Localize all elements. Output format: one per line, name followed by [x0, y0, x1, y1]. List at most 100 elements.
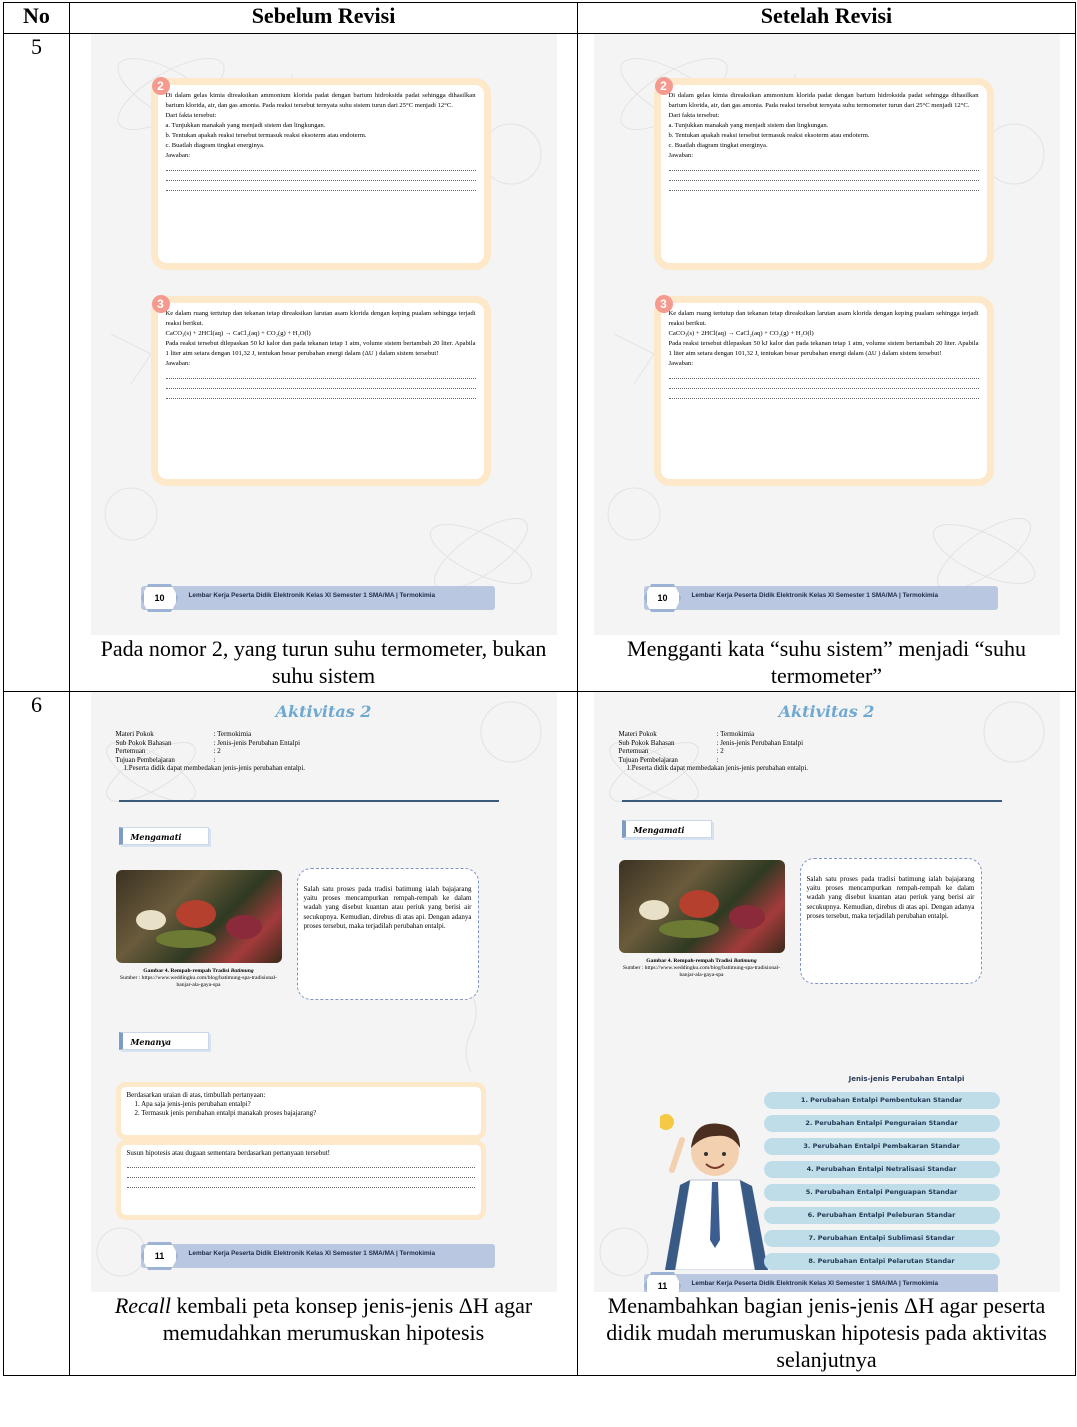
- divider-line: [621, 800, 1002, 802]
- stage-mengamati: Mengamati: [118, 827, 209, 845]
- answer-line: [126, 1158, 475, 1168]
- answer-line: [668, 389, 979, 399]
- jawaban-label: Jawaban:: [165, 360, 191, 367]
- enthalpy-type-item: 4. Perubahan Entalpi Netralisasi Standar: [763, 1161, 1000, 1178]
- learning-goal: 1.Peserta didik dapat membedakan jenis-j…: [626, 764, 809, 772]
- stage-menanya: Menanya: [118, 1032, 209, 1050]
- activity-title: Aktivitas 2: [778, 702, 875, 721]
- meta-row: Pertemuan: 2: [618, 747, 724, 755]
- answer-line: [668, 181, 979, 191]
- row-number: 6: [3, 691, 70, 1376]
- jawaban-label: Jawaban:: [668, 152, 694, 159]
- worksheet-page-10-before: 2 Di dalam gelas kimia direaksikan ammon…: [90, 34, 557, 635]
- answer-line: [165, 181, 476, 191]
- question-3-text-2: Pada reaksi tersebut dilepaskan 50 kJ ka…: [165, 340, 476, 357]
- reaction-equation: CaCO₃(s) + 2HCl(aq) → CaCl₂(aq) + CO₂(g)…: [668, 330, 814, 337]
- footer-text: Lembar Kerja Peserta Didik Elektronik Ke…: [188, 592, 436, 599]
- answer-line: [126, 1178, 475, 1188]
- photo-caption: Gambar 4. Rempah-rempah Tradisi Batimung…: [119, 968, 278, 988]
- meta-row: Materi Pokok: Termokimia: [115, 730, 252, 738]
- fakta-label: Dari fakta tersebut:: [668, 112, 720, 119]
- page-footer: 10 Lembar Kerja Peserta Didik Elektronik…: [140, 584, 495, 612]
- answer-line: [165, 379, 476, 389]
- enthalpy-type-item: 1. Perubahan Entalpi Pembentukan Standar: [763, 1092, 1000, 1109]
- answer-line: [126, 1168, 475, 1178]
- header-row: No Sebelum Revisi Setelah Revisi: [3, 2, 1076, 34]
- fakta-label: Dari fakta tersebut:: [165, 112, 217, 119]
- meta-row: Sub Pokok Bahasan: Jenis-jenis Perubahan…: [115, 738, 301, 747]
- spice-photo: [115, 870, 282, 963]
- item-b: b. Tentukan apakah reaksi tersebut terma…: [668, 132, 870, 139]
- worksheet-page-10-after: 2 Di dalam gelas kimia direaksikan ammon…: [593, 34, 1060, 635]
- page-number: 10: [643, 584, 682, 612]
- question-number-badge: 3: [654, 295, 673, 313]
- observation-text: Salah satu proses pada tradisi batimung …: [799, 858, 982, 984]
- stage-mengamati: Mengamati: [621, 820, 712, 838]
- page-number: 10: [140, 584, 179, 612]
- table-row: 5 2 Di dalam gelas kimia direaksikan amm…: [3, 33, 1076, 692]
- caption-after: Menambahkan bagian jenis-jenis ΔH agar p…: [606, 1293, 1047, 1372]
- meta-row: Sub Pokok Bahasan: Jenis-jenis Perubahan…: [618, 738, 804, 747]
- item-a: a. Tunjukkan manakah yang menjadi sistem…: [165, 122, 326, 129]
- page-footer: 11 Lembar Kerja Peserta Didik Elektronik…: [140, 1242, 495, 1270]
- item-c: c. Buatlah diagram tingkat energinya.: [668, 142, 768, 149]
- header-after: Setelah Revisi: [577, 2, 1076, 34]
- divider-line: [118, 800, 499, 802]
- revision-table: No Sebelum Revisi Setelah Revisi 5 2 Di …: [3, 2, 1076, 1376]
- enthalpy-types-title: Jenis-jenis Perubahan Entalpi: [848, 1075, 965, 1083]
- caption-before: Recall kembali peta konsep jenis-jenis Δ…: [114, 1293, 533, 1345]
- question-number-badge: 2: [654, 77, 673, 95]
- question-2: 2. Termasuk jenis perubahan entalpi mana…: [134, 1109, 317, 1117]
- cell-after: 2 Di dalam gelas kimia direaksikan ammon…: [577, 33, 1076, 692]
- question-2-card: 2 Di dalam gelas kimia direaksikan ammon…: [150, 77, 491, 270]
- enthalpy-type-item: 5. Perubahan Entalpi Penguapan Standar: [763, 1184, 1000, 1201]
- question-1: 1. Apa saja jenis-jenis perubahan entalp…: [134, 1100, 251, 1108]
- jawaban-label: Jawaban:: [165, 152, 191, 159]
- activity-meta: Materi Pokok: Termokimia Sub Pokok Bahas…: [619, 730, 809, 773]
- caption-before: Pada nomor 2, yang turun suhu termometer…: [100, 636, 547, 688]
- spice-photo: [618, 860, 785, 953]
- hypothesis-box: Susun hipotesis atau dugaan sementara be…: [115, 1140, 486, 1220]
- question-intro: Berdasarkan uraian di atas, timbullah pe…: [126, 1091, 266, 1099]
- footer-text: Lembar Kerja Peserta Didik Elektronik Ke…: [691, 1280, 939, 1287]
- meta-row: Materi Pokok: Termokimia: [618, 730, 755, 738]
- page-number: 11: [140, 1242, 179, 1270]
- activity-meta: Materi Pokok: Termokimia Sub Pokok Bahas…: [116, 730, 306, 773]
- question-2-text: Di dalam gelas kimia direaksikan ammoniu…: [668, 92, 979, 109]
- answer-line: [668, 379, 979, 389]
- answer-line: [668, 369, 979, 379]
- meta-row: Tujuan Pembelajaran:: [618, 755, 719, 764]
- question-3-card: 3 Ke dalam ruang tertutup dan tekanan te…: [653, 295, 994, 486]
- activity-title: Aktivitas 2: [275, 702, 372, 721]
- answer-line: [668, 171, 979, 181]
- answer-line: [165, 171, 476, 181]
- footer-text: Lembar Kerja Peserta Didik Elektronik Ke…: [188, 1250, 436, 1257]
- question-3-text: Ke dalam ruang tertutup dan tekanan teta…: [165, 310, 476, 327]
- enthalpy-type-item: 2. Perubahan Entalpi Penguraian Standar: [763, 1115, 1000, 1132]
- answer-line: [165, 389, 476, 399]
- row-number: 5: [3, 33, 70, 692]
- enthalpy-type-item: 7. Perubahan Entalpi Sublimasi Standar: [763, 1230, 1000, 1247]
- question-number-badge: 2: [151, 77, 170, 95]
- cell-before: 2 Di dalam gelas kimia direaksikan ammon…: [69, 33, 578, 692]
- answer-line: [668, 161, 979, 171]
- answer-line: [165, 369, 476, 379]
- page-number: 11: [643, 1272, 682, 1292]
- item-c: c. Buatlah diagram tingkat energinya.: [165, 142, 265, 149]
- caption-after: Mengganti kata “suhu sistem” menjadi “su…: [627, 636, 1026, 688]
- table-row: 6 Aktivitas 2 Materi Pokok: Termokimia S…: [3, 691, 1076, 1376]
- header-no: No: [3, 2, 70, 34]
- learning-goal: 1.Peserta didik dapat membedakan jenis-j…: [123, 764, 306, 772]
- meta-row: Pertemuan: 2: [115, 747, 221, 755]
- worksheet-page-11-before: Aktivitas 2 Materi Pokok: Termokimia Sub…: [90, 692, 557, 1292]
- answer-line: [165, 161, 476, 171]
- page-footer: 11 Lembar Kerja Peserta Didik Elektronik…: [643, 1272, 998, 1292]
- cell-before: Aktivitas 2 Materi Pokok: Termokimia Sub…: [69, 691, 578, 1376]
- question-2-card: 2 Di dalam gelas kimia direaksikan ammon…: [653, 77, 994, 270]
- page-footer: 10 Lembar Kerja Peserta Didik Elektronik…: [643, 584, 998, 612]
- enthalpy-type-item: 6. Perubahan Entalpi Peleburan Standar: [763, 1207, 1000, 1224]
- jawaban-label: Jawaban:: [668, 360, 694, 367]
- meta-row: Tujuan Pembelajaran:: [115, 755, 216, 764]
- question-3-text: Ke dalam ruang tertutup dan tekanan teta…: [668, 310, 979, 327]
- observation-text: Salah satu proses pada tradisi batimung …: [296, 868, 479, 1000]
